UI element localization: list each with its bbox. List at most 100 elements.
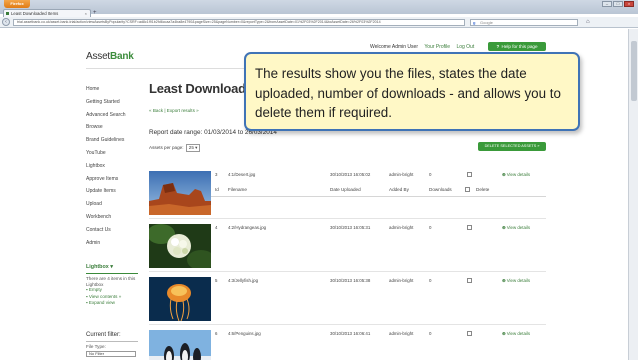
sidebar-item-home[interactable]: Home	[86, 83, 136, 96]
view-details-label: View details	[506, 278, 531, 283]
current-filter-panel: Current filter: File Type: No Filter	[86, 332, 138, 357]
sidebar-item-getting-started[interactable]: Getting Started	[86, 96, 136, 109]
delete-checkbox[interactable]	[467, 172, 472, 177]
row-downloads: 0	[429, 172, 432, 177]
help-icon: ?	[496, 44, 500, 49]
lightbox-empty-label: Empty	[88, 287, 102, 292]
row-added-by: admin-bright	[389, 331, 414, 336]
sidebar-item-update-items[interactable]: Update Items	[86, 185, 136, 198]
close-icon[interactable]: ×	[624, 1, 634, 7]
log-out-link[interactable]: Log Out	[456, 44, 474, 50]
lightbox-title-label: Lightbox	[86, 264, 109, 270]
view-details-label: View details	[506, 225, 531, 230]
home-icon[interactable]: ⌂	[586, 19, 593, 25]
delete-selected-assets-button[interactable]: DELETE SELECTED ASSETS »	[478, 142, 546, 151]
row-date-uploaded: 30/10/2013 16:05:38	[330, 278, 371, 283]
search-input[interactable]: g Google	[470, 19, 578, 26]
delete-checkbox[interactable]	[467, 278, 472, 283]
sidebar-item-lightbox[interactable]: Lightbox	[86, 160, 136, 173]
chevron-down-icon: ▾	[195, 145, 198, 150]
thumbnail-desert-image[interactable]	[149, 171, 211, 215]
maximize-icon[interactable]: □	[613, 1, 623, 7]
sidebar-item-workbench[interactable]: Workbench	[86, 211, 136, 224]
delete-checkbox[interactable]	[467, 331, 472, 336]
thumbnail-penguins-image[interactable]	[149, 330, 211, 360]
sidebar-item-brand-guidelines[interactable]: Brand Guidelines	[86, 134, 136, 147]
callout-text: The results show you the files, states t…	[255, 66, 561, 120]
lightbox-count-text: There are 4 items in this Lightbox	[86, 276, 136, 287]
address-bar[interactable]: trial.assetbank.co.uk/asset-bank-trial/a…	[13, 19, 465, 26]
asset-bank-logo[interactable]: AssetBank	[86, 51, 134, 62]
sidebar-item-upload[interactable]: Upload	[86, 198, 136, 211]
row-added-by: admin-bright	[389, 225, 414, 230]
sidebar-item-contact-us[interactable]: Contact Us	[86, 224, 136, 237]
view-details-link[interactable]: ⊕View details	[502, 172, 530, 178]
your-profile-link[interactable]: Your Profile	[424, 44, 450, 50]
view-details-link[interactable]: ⊕View details	[502, 225, 530, 231]
search-placeholder: Google	[480, 20, 493, 25]
vertical-scrollbar[interactable]	[628, 29, 638, 360]
tab-title: Least Downloaded Items	[11, 11, 59, 16]
google-icon: g	[473, 20, 476, 25]
tab-close-icon[interactable]: ×	[85, 10, 87, 17]
row-added-by: admin-bright	[389, 172, 414, 177]
assets-per-page-value: 25	[188, 145, 194, 150]
thumbnail-hydrangeas-image[interactable]	[149, 224, 211, 268]
row-downloads: 0	[429, 278, 432, 283]
back-arrow-icon[interactable]: ‹	[2, 18, 10, 26]
lightbox-title[interactable]: Lightbox ▾	[86, 264, 138, 270]
file-type-label: File Type:	[86, 344, 106, 349]
sidebar-item-browse[interactable]: Browse	[86, 121, 136, 134]
browser-tab[interactable]: Least Downloaded Items ×	[3, 9, 91, 17]
minimize-icon[interactable]: –	[602, 1, 612, 7]
help-label: Help for this page	[501, 44, 538, 49]
delete-checkbox[interactable]	[467, 225, 472, 230]
row-date-uploaded: 30/10/2013 16:05:31	[330, 225, 371, 230]
magnifier-icon: ⊕	[502, 225, 506, 230]
table-row: 6 4:6/Penguins.jpg 30/10/2013 16:06:41 a…	[149, 326, 546, 360]
lightbox-panel: Lightbox ▾ There are 4 items in this Lig…	[86, 264, 138, 307]
row-downloads: 0	[429, 331, 432, 336]
export-results-link[interactable]: Export results »	[167, 108, 199, 113]
back-export-links: « Back | Export results »	[149, 108, 199, 113]
thumbnail-jellyfish-image[interactable]	[149, 277, 211, 321]
row-id: 6	[215, 331, 218, 336]
row-date-uploaded: 30/10/2013 16:06:41	[330, 331, 371, 336]
back-link[interactable]: « Back	[149, 108, 163, 113]
tutorial-callout: The results show you the files, states t…	[244, 52, 580, 131]
row-id: 4	[215, 225, 218, 230]
view-details-label: View details	[506, 331, 531, 336]
sidebar-nav: Home Getting Started Advanced Search Bro…	[86, 83, 136, 249]
logo-suffix: Bank	[110, 51, 134, 62]
view-contents-label: View contents »	[88, 293, 122, 299]
assets-per-page-select[interactable]: 25 ▾	[185, 144, 201, 152]
help-button[interactable]: ? Help for this page	[488, 42, 546, 51]
expand-view-label: Expand view	[88, 300, 115, 305]
navigation-bar: ‹ trial.assetbank.co.uk/asset-bank-trial…	[0, 17, 638, 28]
table-row: 4 4:2/Hydrangeas.jpg 30/10/2013 16:05:31…	[149, 220, 546, 272]
logo-prefix: Asset	[86, 51, 111, 62]
user-links: Welcome Admin User Your Profile Log Out	[370, 44, 474, 50]
new-tab-icon[interactable]: +	[93, 10, 97, 16]
chevron-down-icon[interactable]: ▾	[110, 264, 113, 270]
expand-view-link[interactable]: ▪ Expand view	[86, 300, 138, 307]
view-details-link[interactable]: ⊕View details	[502, 278, 530, 284]
file-type-select[interactable]: No Filter	[86, 351, 136, 357]
row-date-uploaded: 30/10/2013 16:05:02	[330, 172, 371, 177]
row-added-by: admin-bright	[389, 278, 414, 283]
sidebar-item-approve-items[interactable]: Approve Items	[86, 173, 136, 186]
sidebar-item-advanced-search[interactable]: Advanced Search	[86, 109, 136, 122]
magnifier-icon: ⊕	[502, 278, 506, 283]
favicon-icon	[6, 12, 9, 15]
sidebar-item-admin[interactable]: Admin	[86, 237, 136, 250]
welcome-text: Welcome Admin User	[370, 44, 418, 50]
row-id: 3	[215, 172, 218, 177]
scrollbar-thumb[interactable]	[631, 41, 637, 101]
window-controls: – □ ×	[602, 1, 634, 7]
row-downloads: 0	[429, 225, 432, 230]
view-details-link[interactable]: ⊕View details	[502, 331, 530, 337]
table-row: 3 4:1/Desert.jpg 30/10/2013 16:05:02 adm…	[149, 167, 546, 219]
sidebar-item-youtube[interactable]: YouTube	[86, 147, 136, 160]
row-filename: 4:2/Hydrangeas.jpg	[228, 225, 267, 230]
firefox-menu-button[interactable]: Firefox	[4, 0, 30, 8]
